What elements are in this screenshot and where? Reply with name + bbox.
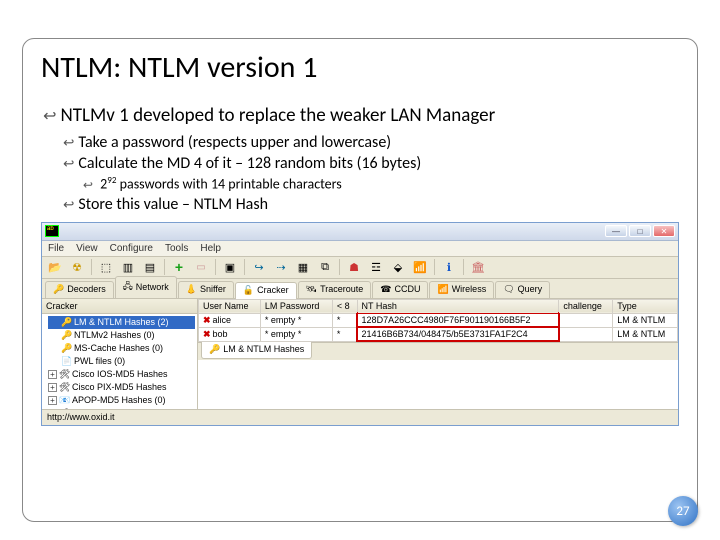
arp-icon[interactable] — [250, 258, 268, 276]
tree-item[interactable]: 🔑LM & NTLM Hashes (2) — [48, 316, 195, 329]
detail-icon[interactable] — [141, 258, 159, 276]
menu-tools[interactable]: Tools — [165, 243, 188, 254]
tree-item[interactable]: 🔑NTLMv2 Hashes (0) — [48, 329, 195, 342]
bullet-2a: Take a password (respects upper and lowe… — [63, 133, 679, 152]
bullet-2b: Calculate the MD 4 of it – 128 random bi… — [63, 154, 679, 173]
minimize-button[interactable]: — — [605, 225, 627, 237]
trace-icon: 🛰 — [306, 284, 317, 295]
bullet-1: NTLMv 1 developed to replace the weaker … — [43, 104, 679, 127]
menu-view[interactable]: View — [76, 243, 98, 254]
titlebar: — □ ✕ — [42, 223, 678, 241]
tree-header: Cracker — [42, 299, 197, 314]
bottom-tab-hashes[interactable]: 🔑LM & NTLM Hashes — [201, 342, 312, 359]
cracker-tree[interactable]: Cracker 🔑LM & NTLM Hashes (2)🔑NTLMv2 Has… — [42, 299, 198, 409]
add-icon[interactable]: + — [170, 258, 188, 276]
tab-network[interactable]: 🖧Network — [115, 276, 177, 298]
tab-cracker[interactable]: 🔓Cracker — [235, 282, 297, 299]
tab-decoders[interactable]: 🔑Decoders — [45, 281, 114, 298]
column-header[interactable]: Type — [613, 299, 678, 313]
query-icon: 🗨 — [503, 284, 514, 295]
cain-app-window: — □ ✕ File View Configure Tools Help + ▭ — [41, 222, 679, 426]
route-icon[interactable] — [272, 258, 290, 276]
menubar: File View Configure Tools Help — [42, 241, 678, 257]
column-header[interactable]: LM Password — [260, 299, 332, 313]
menu-help[interactable]: Help — [200, 243, 221, 254]
grid-icon[interactable] — [97, 258, 115, 276]
close-button[interactable]: ✕ — [653, 225, 675, 237]
main-tabbar: 🔑Decoders 🖧Network 👃Sniffer 🔓Cracker 🛰Tr… — [42, 279, 678, 299]
bars-icon[interactable] — [367, 258, 385, 276]
phone-icon: ☎ — [380, 284, 391, 295]
window-icon[interactable] — [316, 258, 334, 276]
recycle-icon[interactable] — [389, 258, 407, 276]
nic-icon[interactable] — [221, 258, 239, 276]
tree-item[interactable]: +🛠Cisco PIX-MD5 Hashes — [48, 381, 195, 394]
radiation-icon[interactable] — [68, 258, 86, 276]
hash-grid[interactable]: User NameLM Password< 8NT HashchallengeT… — [198, 299, 678, 409]
bullet-2c: Store this value – NTLM Hash — [63, 195, 679, 214]
lock-icon: 🔓 — [243, 285, 254, 296]
info-icon[interactable] — [440, 258, 458, 276]
list-icon[interactable] — [119, 258, 137, 276]
app-icon — [45, 225, 59, 237]
tree-item[interactable]: +📧APOP-MD5 Hashes (0) — [48, 394, 195, 407]
bullet-3: 292 passwords with 14 printable characte… — [83, 175, 679, 193]
menu-configure[interactable]: Configure — [110, 243, 153, 254]
tab-wireless[interactable]: 📶Wireless — [429, 281, 494, 298]
sniffer-icon: 👃 — [186, 284, 197, 295]
wireless-icon: 📶 — [437, 284, 448, 295]
column-header[interactable]: User Name — [199, 299, 261, 313]
bank-icon[interactable] — [469, 258, 487, 276]
table-icon[interactable] — [294, 258, 312, 276]
column-header[interactable]: < 8 — [332, 299, 357, 313]
tab-traceroute[interactable]: 🛰Traceroute — [298, 281, 372, 298]
column-header[interactable]: challenge — [559, 299, 613, 313]
menu-file[interactable]: File — [48, 243, 64, 254]
status-bar: http://www.oxid.it — [42, 409, 678, 425]
tab-query[interactable]: 🗨Query — [495, 281, 550, 298]
tree-item[interactable]: 📄PWL files (0) — [48, 355, 195, 368]
slide-title: NTLM: NTLM version 1 — [41, 49, 679, 86]
remove-icon[interactable]: ▭ — [192, 258, 210, 276]
bomb-icon[interactable] — [345, 258, 363, 276]
table-row[interactable]: ✖bob* empty **21416B6B734/048475/b5E3731… — [199, 327, 678, 341]
tree-item[interactable]: +🗝CRAM-MD5 Hashes (0) — [48, 407, 195, 409]
network-icon: 🖧 — [123, 279, 133, 295]
tree-item[interactable]: +🛠Cisco IOS-MD5 Hashes — [48, 368, 195, 381]
open-icon[interactable] — [46, 258, 64, 276]
tab-sniffer[interactable]: 👃Sniffer — [178, 281, 234, 298]
tab-ccdu[interactable]: ☎CCDU — [372, 281, 428, 298]
tree-item[interactable]: 🔑MS-Cache Hashes (0) — [48, 342, 195, 355]
page-number: 27 — [668, 496, 698, 526]
wifi-icon[interactable] — [411, 258, 429, 276]
table-row[interactable]: ✖alice* empty **128D7A26CCC4980F76F90119… — [199, 313, 678, 327]
column-header[interactable]: NT Hash — [357, 299, 559, 313]
key-icon: 🔑 — [53, 284, 64, 295]
key-icon: 🔑 — [209, 344, 220, 355]
maximize-button[interactable]: □ — [629, 225, 651, 237]
